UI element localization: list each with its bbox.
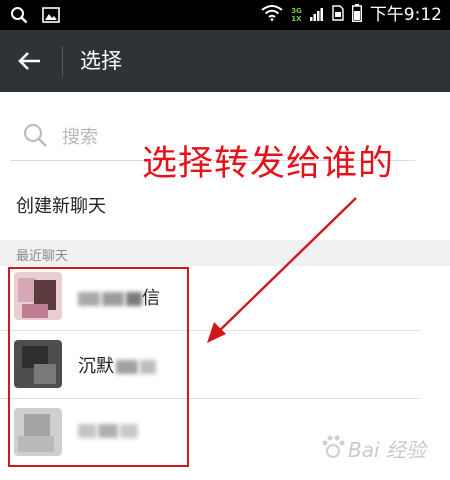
arrow-left-icon	[14, 52, 46, 81]
image-icon	[42, 6, 60, 28]
network-type-label: 3G	[291, 6, 302, 15]
section-label: 最近聊天	[16, 249, 69, 264]
section-header: 最近聊天	[0, 240, 450, 266]
search-icon	[22, 122, 48, 152]
watermark: Bai 经验	[314, 426, 444, 470]
watermark-text: Bai 经验	[348, 438, 426, 462]
status-bar: 3G 1X 下午9:12	[0, 0, 450, 30]
annotation-text: 选择转发给谁的	[142, 144, 395, 184]
app-bar: 选择	[0, 30, 450, 92]
sim-icon	[332, 5, 344, 25]
network-type-label: 1X	[291, 14, 302, 23]
search-placeholder: 搜索	[62, 127, 98, 148]
paw-icon	[320, 434, 346, 464]
back-button[interactable]	[14, 45, 46, 77]
search-icon	[10, 6, 28, 28]
status-time: 下午9:12	[369, 5, 442, 25]
signal-icon	[309, 6, 324, 25]
app-bar-divider	[62, 46, 63, 76]
create-new-chat-button[interactable]: 创建新聊天	[16, 192, 106, 218]
wifi-icon	[261, 5, 283, 25]
battery-icon	[351, 4, 362, 26]
highlight-box	[8, 267, 189, 467]
page-title: 选择	[80, 49, 122, 73]
